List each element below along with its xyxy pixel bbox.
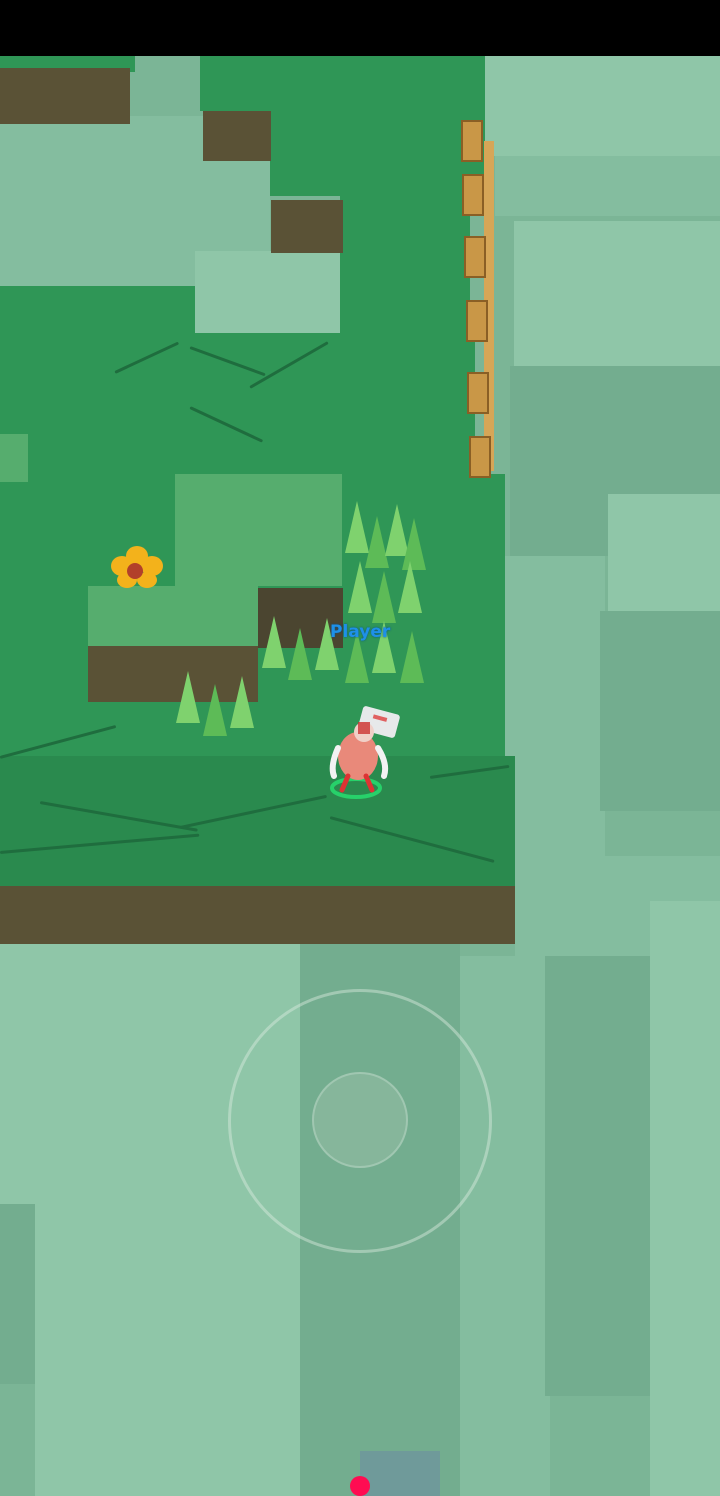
fog-block: [460, 956, 550, 1496]
tall-grass: [372, 571, 396, 623]
location-marker: [350, 1476, 370, 1496]
fog-block: [495, 156, 720, 216]
fog-block: [545, 956, 655, 1396]
fog-block: [608, 494, 720, 614]
status-bar: [0, 0, 720, 56]
tall-grass: [348, 561, 372, 613]
tall-grass: [203, 684, 227, 736]
fence-post: [469, 436, 491, 478]
dirt-cliff: [271, 200, 343, 253]
fog-block: [505, 556, 605, 856]
grass-terrain: [200, 56, 275, 111]
game-scene[interactable]: Player: [0, 56, 720, 1496]
fog-block: [485, 56, 720, 156]
fog-block: [195, 251, 345, 333]
fog-block: [650, 901, 720, 1496]
tall-grass: [176, 671, 200, 723]
grass-terrain: [270, 56, 485, 196]
tall-grass: [230, 676, 254, 728]
raised-block: [0, 434, 28, 482]
raised-block: [88, 586, 258, 646]
dirt-cliff: [0, 886, 515, 944]
fence-post: [464, 236, 486, 278]
tall-grass: [398, 561, 422, 613]
fence-post: [461, 120, 483, 162]
tall-grass: [262, 616, 286, 668]
fog-block: [514, 221, 720, 366]
joystick-thumb[interactable]: [312, 1072, 408, 1168]
distant-slab: [360, 1451, 440, 1496]
fence-post: [462, 174, 484, 216]
dirt-cliff: [203, 111, 271, 161]
grass-terrain: [340, 196, 470, 346]
fog-block: [35, 1204, 300, 1496]
fog-block: [600, 611, 720, 811]
flower-icon: [111, 546, 163, 588]
tall-grass: [288, 628, 312, 680]
fence-post: [466, 300, 488, 342]
player-name-label: Player: [330, 622, 391, 642]
raised-block: [175, 474, 342, 586]
fence-post: [467, 372, 489, 414]
fog-block: [0, 1204, 35, 1384]
tall-grass: [400, 631, 424, 683]
player-character[interactable]: [326, 706, 406, 806]
dirt-cliff: [0, 68, 130, 124]
